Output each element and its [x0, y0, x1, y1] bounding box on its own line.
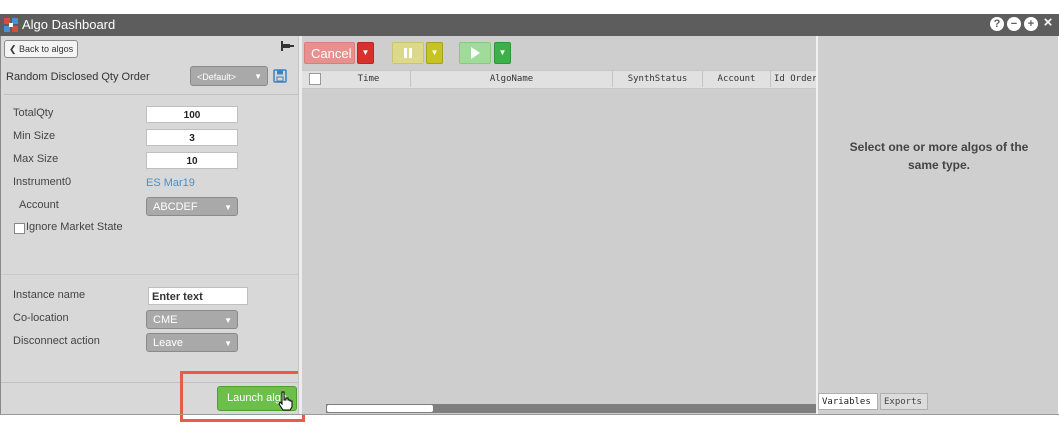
min-size-field[interactable]: 3	[146, 129, 238, 146]
save-icon[interactable]	[273, 69, 287, 83]
chevron-down-icon: ▼	[254, 72, 262, 81]
title-bar	[0, 14, 1059, 36]
chevron-down-icon: ▼	[224, 203, 232, 212]
selection-hint: Select one or more algos of the same typ…	[849, 140, 1029, 172]
close-icon[interactable]: ×	[1041, 15, 1055, 30]
max-size-field[interactable]: 10	[146, 152, 238, 169]
totalqty-field[interactable]: 100	[146, 106, 238, 123]
chevron-down-icon: ▼	[224, 339, 232, 348]
profile-select[interactable]: <Default> ▼	[190, 66, 268, 86]
cancel-button[interactable]: Cancel	[304, 42, 355, 64]
account-select-value: ABCDEF	[153, 201, 198, 213]
chevron-down-icon: ▼	[361, 48, 370, 57]
back-to-algos-label: Back to algos	[19, 44, 74, 54]
disconnect-action-select[interactable]: Leave ▼	[146, 333, 238, 352]
instrument-link[interactable]: ES Mar19	[146, 177, 195, 189]
column-header-synthstatus[interactable]: SynthStatus	[613, 71, 703, 87]
account-select[interactable]: ABCDEF ▼	[146, 197, 238, 216]
column-header-id-order[interactable]: Id Order	[771, 71, 816, 87]
chevron-down-icon: ▼	[224, 316, 232, 325]
cancel-dropdown-button[interactable]: ▼	[357, 42, 374, 64]
colocation-label: Co-location	[13, 312, 69, 324]
pause-button[interactable]	[392, 42, 424, 64]
hand-cursor-icon	[278, 391, 293, 411]
window-title: Algo Dashboard	[22, 17, 116, 32]
colocation-select[interactable]: CME ▼	[146, 310, 238, 329]
colocation-select-value: CME	[153, 314, 178, 326]
instance-name-label: Instance name	[13, 289, 86, 301]
algo-grid-panel	[302, 36, 816, 414]
tab-exports[interactable]: Exports	[880, 393, 928, 410]
app-logo-icon	[4, 18, 18, 32]
play-button[interactable]	[459, 42, 491, 64]
column-header-time[interactable]: Time	[327, 71, 411, 87]
pause-dropdown-button[interactable]: ▼	[426, 42, 443, 64]
pin-icon[interactable]	[280, 40, 294, 52]
account-label: Account	[19, 199, 59, 211]
play-icon	[471, 47, 480, 59]
totalqty-label: TotalQty	[13, 107, 54, 119]
disconnect-action-select-value: Leave	[153, 337, 183, 349]
top-strip	[0, 0, 1059, 14]
minimize-icon[interactable]: −	[1007, 17, 1021, 31]
disconnect-action-label: Disconnect action	[13, 335, 100, 347]
max-size-label: Max Size	[13, 153, 59, 165]
chevron-left-icon: ❮	[9, 44, 20, 54]
chevron-down-icon: ▼	[430, 48, 439, 57]
algo-type-label: Random Disclosed Qty Order	[6, 71, 150, 83]
bottom-border	[0, 414, 1059, 415]
play-dropdown-button[interactable]: ▼	[494, 42, 511, 64]
instance-name-input[interactable]: Enter text	[148, 287, 248, 305]
chevron-down-icon: ▼	[498, 48, 507, 57]
pause-icon	[404, 48, 412, 58]
maximize-icon[interactable]: +	[1024, 17, 1038, 31]
horizontal-scrollbar-thumb[interactable]	[327, 405, 433, 412]
section-divider	[1, 274, 298, 275]
instrument-label: Instrument0	[13, 176, 72, 188]
back-to-algos-button[interactable]: ❮ Back to algos	[4, 40, 79, 58]
algo-details-panel	[816, 36, 1058, 414]
min-size-label: Min Size	[13, 130, 56, 142]
tab-variables[interactable]: Variables	[818, 393, 878, 410]
select-all-checkbox[interactable]	[309, 73, 321, 85]
column-header-algoname[interactable]: AlgoName	[411, 71, 613, 87]
ignore-market-state-label: Ignore Market State	[26, 221, 123, 233]
profile-select-value: <Default>	[197, 72, 237, 82]
help-icon[interactable]: ?	[990, 17, 1004, 31]
column-header-account[interactable]: Account	[703, 71, 771, 87]
ignore-market-state-checkbox[interactable]	[14, 223, 25, 234]
